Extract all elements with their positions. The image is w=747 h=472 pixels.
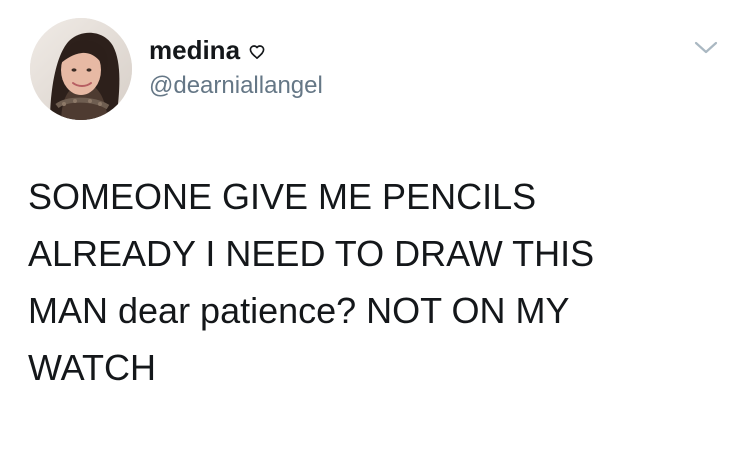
display-name[interactable]: medina [149, 37, 240, 63]
user-handle[interactable]: @dearniallangel [149, 74, 323, 98]
heart-outline-icon [248, 43, 266, 61]
tweet-text: SOMEONE GIVE ME PENCILS ALREADY I NEED T… [28, 176, 595, 388]
tweet-card: medina @dearniallangel SOMEONE GIVE ME P… [0, 0, 747, 472]
avatar-image [30, 18, 132, 120]
author-name-row[interactable]: medina [149, 33, 266, 67]
avatar[interactable] [30, 18, 132, 120]
chevron-down-icon[interactable] [694, 40, 718, 56]
